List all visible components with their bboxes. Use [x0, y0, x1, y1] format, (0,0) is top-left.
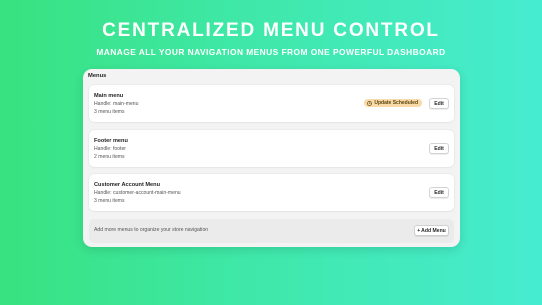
plus-icon: + — [417, 227, 421, 234]
edit-main-menu-button[interactable]: Edit — [429, 98, 449, 109]
add-menu-footer: Add more menus to organize your store na… — [89, 219, 454, 243]
hero-title: CENTRALIZED MENU CONTROL — [102, 20, 440, 41]
hero-subtitle: MANAGE ALL YOUR NAVIGATION MENUS FROM ON… — [96, 47, 446, 57]
menu-name: Customer Account Menu — [94, 182, 160, 188]
add-menu-button[interactable]: + Add Menu — [414, 225, 449, 236]
menu-item-count: 2 menu items — [94, 154, 125, 160]
menu-card-customer-account-menu: Customer Account Menu Handle: customer-a… — [89, 174, 454, 211]
menu-name: Main menu — [94, 93, 124, 99]
footer-hint-text: Add more menus to organize your store na… — [94, 227, 209, 233]
panel-title: Menus — [88, 73, 107, 79]
menus-panel: Menus Main menu Handle: main-menu 3 menu… — [83, 69, 460, 247]
edit-footer-menu-button[interactable]: Edit — [429, 143, 449, 154]
menu-card-footer-menu: Footer menu Handle: footer 2 menu items … — [89, 130, 454, 167]
menu-item-count: 3 menu items — [94, 198, 125, 204]
menu-handle: Handle: customer-account-main-menu — [94, 190, 181, 196]
menu-name: Footer menu — [94, 138, 128, 144]
clock-icon — [367, 100, 373, 106]
edit-customer-account-menu-button[interactable]: Edit — [429, 187, 449, 198]
menu-card-main-menu: Main menu Handle: main-menu 3 menu items… — [89, 85, 454, 122]
add-menu-label: Add Menu — [421, 227, 446, 234]
badge-label: Update Scheduled — [374, 100, 418, 106]
menu-item-count: 3 menu items — [94, 109, 125, 115]
menu-handle: Handle: main-menu — [94, 101, 139, 107]
menu-handle: Handle: footer — [94, 146, 126, 152]
update-scheduled-badge: Update Scheduled — [364, 99, 422, 107]
